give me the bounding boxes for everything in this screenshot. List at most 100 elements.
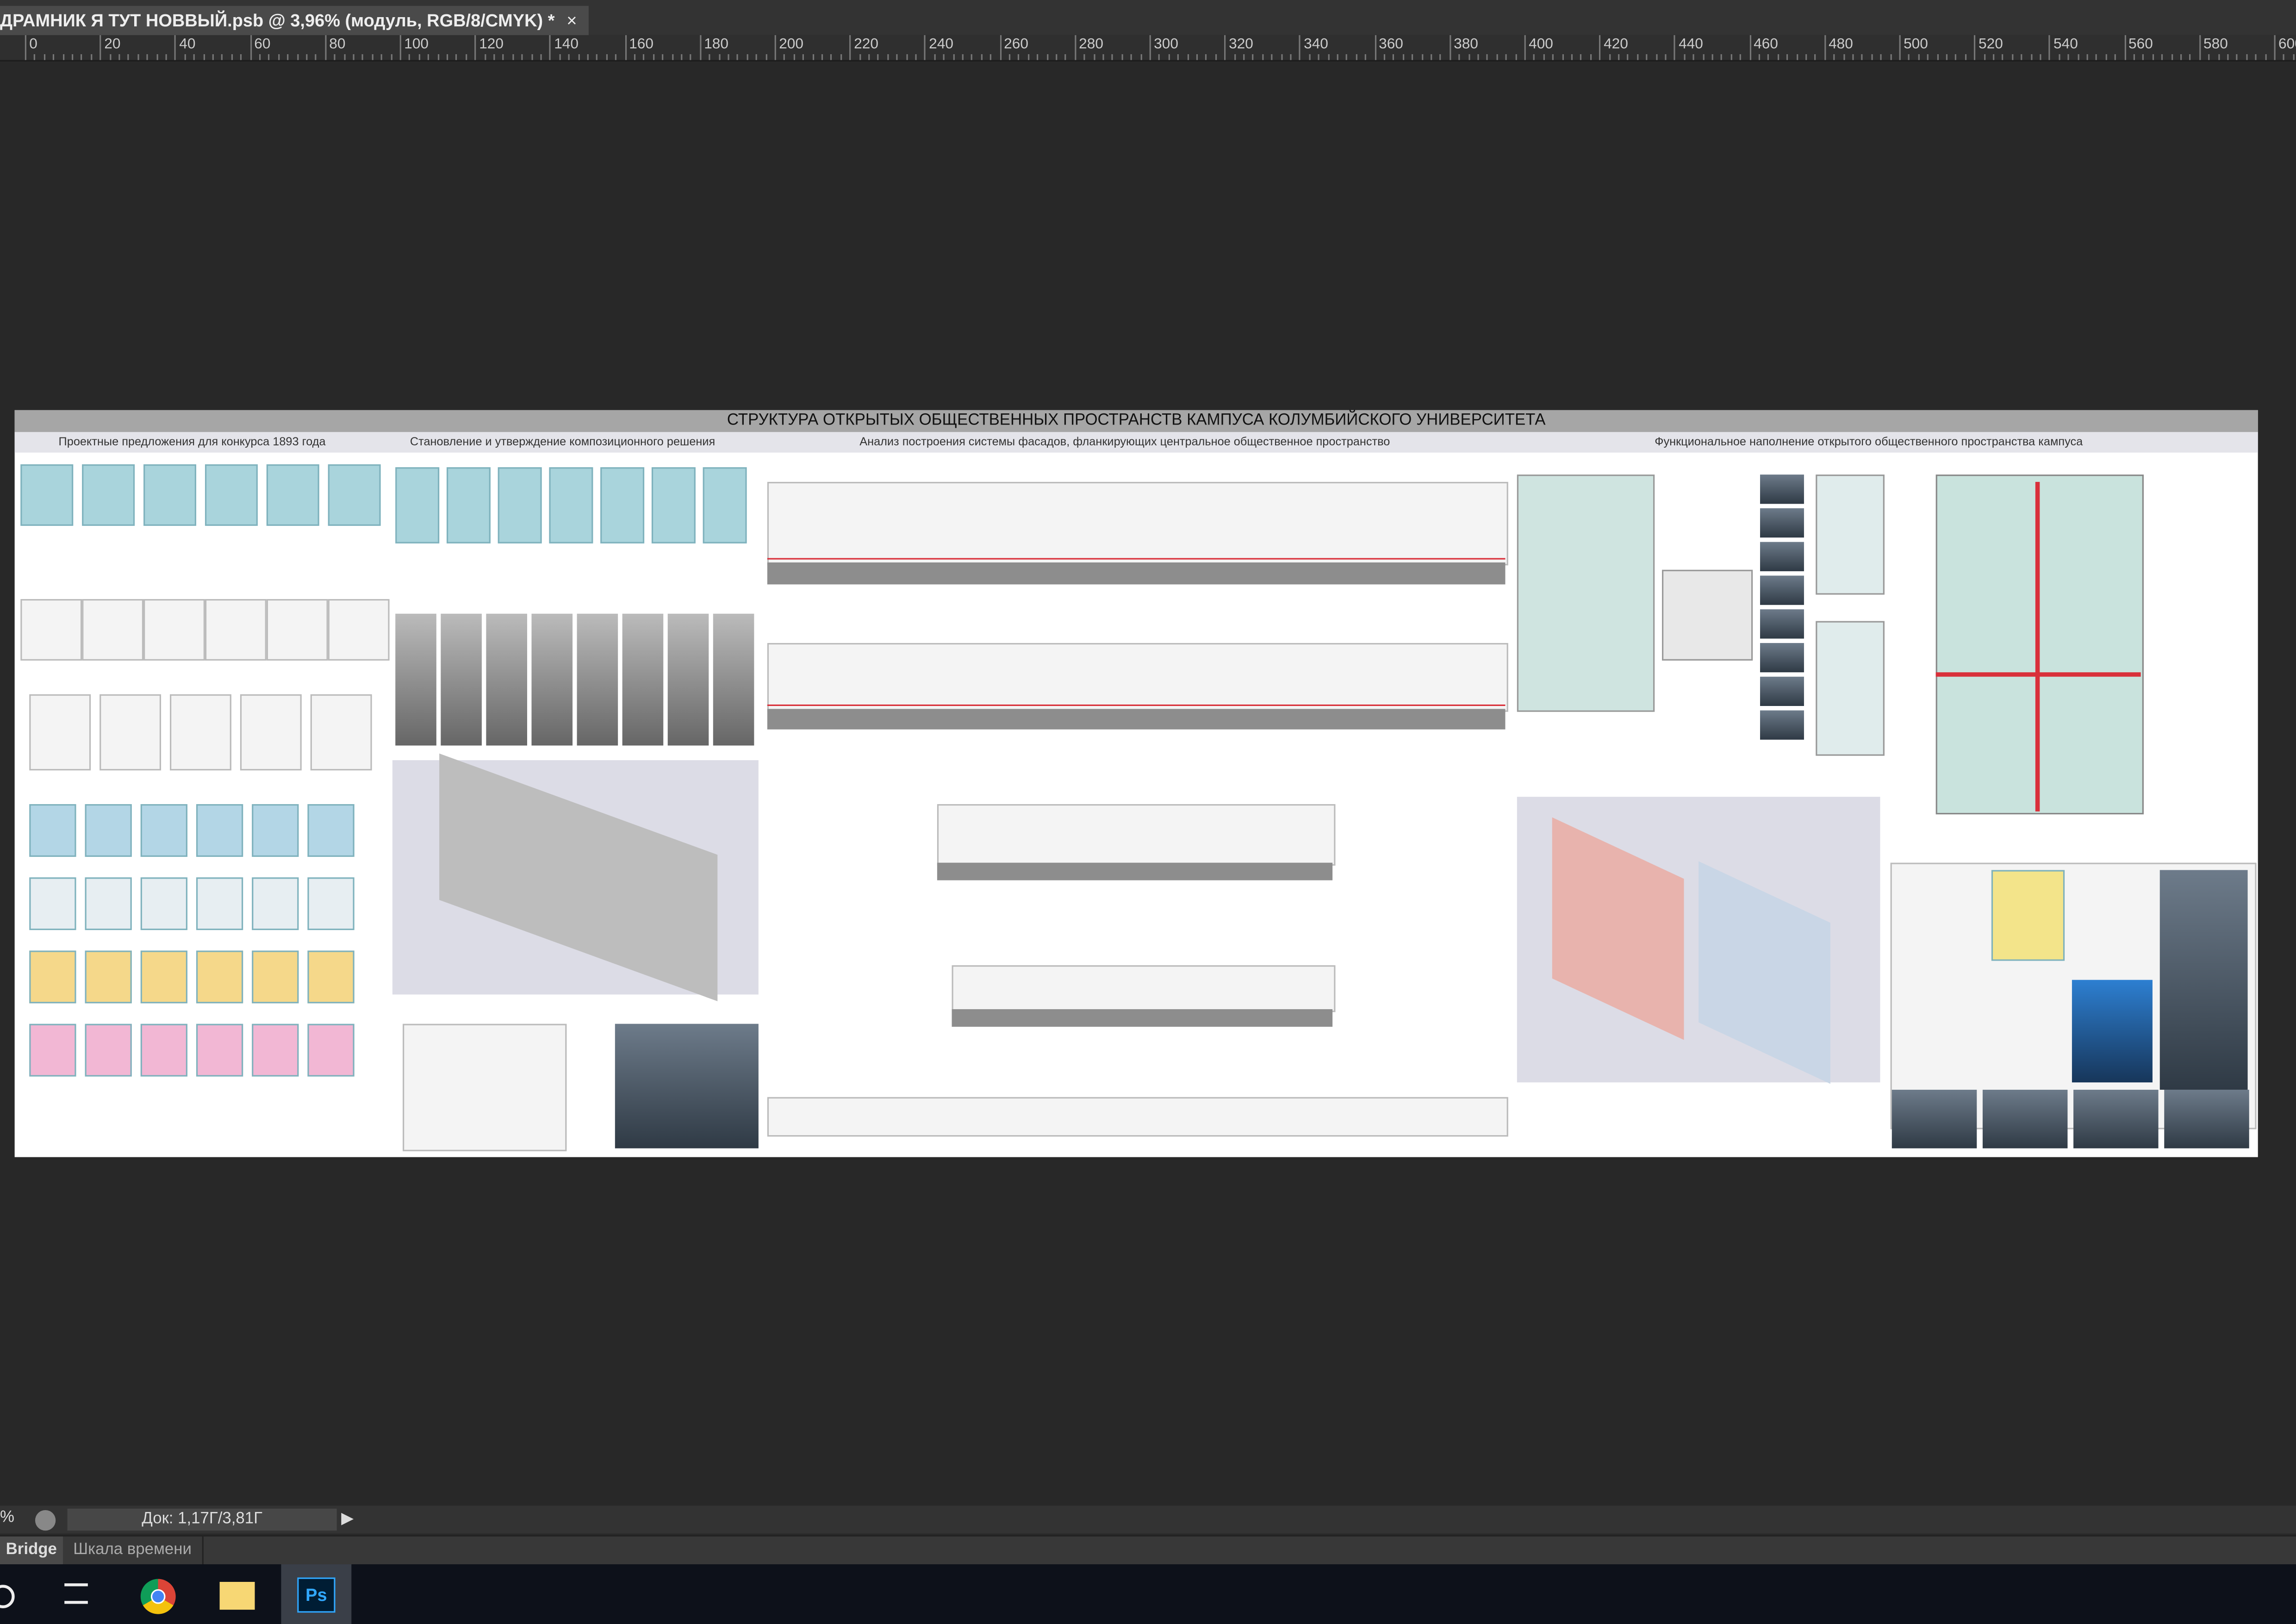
ruler-label: 260 (1004, 37, 1028, 53)
diagram-plan (196, 804, 243, 857)
document-tab[interactable]: ДРАМНИК Я ТУТ НОВВЫЙ.psb @ 3,96% (модуль… (0, 6, 589, 35)
file-explorer-icon[interactable] (219, 1582, 255, 1610)
horizontal-ruler[interactable]: 0 20 40 60 80 100 120 140 160 180 200 220 240 260 280 3… (0, 35, 2296, 62)
ruler-label: 60 (254, 37, 271, 53)
ruler-tick (699, 35, 701, 60)
ruler-label: 400 (1529, 37, 1553, 53)
section-title: Функциональное наполнение открытого обще… (1655, 435, 2083, 449)
ruler-tick (2199, 35, 2201, 60)
ruler-label: 160 (629, 37, 653, 53)
diagram-plan (252, 804, 299, 857)
doc-size: Док: 1,17Г/3,81Г (67, 1508, 337, 1531)
ruler-label: 280 (1079, 37, 1103, 53)
competition-plan (82, 464, 135, 526)
diagram-plan (29, 804, 76, 857)
ruler-label: 540 (2053, 37, 2078, 53)
ruler-tick (1824, 35, 1826, 60)
photoshop-taskbar-button[interactable]: Ps (281, 1564, 352, 1624)
diagram-plan (252, 1024, 299, 1077)
function-plan-1 (1517, 475, 1655, 712)
close-tab-icon[interactable]: × (566, 6, 577, 35)
ruler-label: 20 (104, 37, 121, 53)
ruler-label: 560 (2128, 37, 2153, 53)
historic-photo (713, 613, 754, 746)
campus-photo (2159, 870, 2248, 1090)
ruler-tick (324, 35, 326, 60)
zoom-level[interactable]: % (0, 1509, 14, 1526)
facade-section-1 (767, 481, 1508, 566)
datum-line (767, 704, 1506, 706)
historic-photo (577, 613, 618, 746)
ruler-tick (249, 35, 251, 60)
chrome-icon[interactable] (140, 1579, 176, 1614)
ruler-label: 220 (854, 37, 878, 53)
section-title: Становление и утверждение композиционног… (410, 435, 716, 449)
section-title: Проектные предложения для конкурса 1893 … (58, 435, 326, 449)
historic-map (403, 1024, 567, 1151)
ruler-label: 380 (1454, 37, 1478, 53)
ground (767, 562, 1506, 585)
ruler-label: 320 (1229, 37, 1253, 53)
site-photo (1760, 542, 1804, 571)
diagram-plan (29, 950, 76, 1004)
diagram-plan (307, 1024, 355, 1077)
ruler-label: 580 (2203, 37, 2228, 53)
diagram-plan (196, 950, 243, 1004)
search-icon[interactable] (0, 1585, 15, 1608)
ruler-label: 240 (929, 37, 953, 53)
share-icon[interactable] (35, 1510, 56, 1531)
evolution-plan (446, 467, 491, 543)
plan-fragment (1816, 621, 1885, 756)
site-photo (1760, 508, 1804, 538)
street-photo (1982, 1089, 2068, 1149)
task-view-icon[interactable] (64, 1583, 88, 1604)
historic-plan (240, 694, 302, 771)
poster-content (15, 453, 2258, 1157)
ruler-label: 120 (479, 37, 504, 53)
ruler-tick (1599, 35, 1601, 60)
competition-drawing (143, 599, 205, 661)
site-photo (1760, 710, 1804, 740)
evolution-plan (395, 467, 440, 543)
ruler-label: 420 (1604, 37, 1628, 53)
competition-plan (205, 464, 258, 526)
historic-photo (531, 613, 573, 746)
competition-plan (328, 464, 381, 526)
diagram-plan (85, 1024, 132, 1077)
historic-plan (100, 694, 162, 771)
evolution-plan (600, 467, 645, 543)
photoshop-window: ДРАМНИК Я ТУТ НОВВЫЙ.psb @ 3,96% (модуль… (0, 0, 2296, 1624)
historic-photo (667, 613, 709, 746)
ruler-label: 440 (1679, 37, 1703, 53)
circulation-axis (2035, 481, 2040, 812)
ruler-label: 460 (1754, 37, 1778, 53)
site-photo (1760, 475, 1804, 504)
ruler-label: 480 (1829, 37, 1853, 53)
diagram-plan (307, 877, 355, 931)
ruler-label: 140 (554, 37, 579, 53)
tab-timeline[interactable]: Шкала времени (68, 1536, 204, 1565)
tab-bridge[interactable]: Bridge (0, 1536, 63, 1565)
ruler-tick (1974, 35, 1976, 60)
historic-plan (29, 694, 91, 771)
ruler-tick (1374, 35, 1376, 60)
historic-photo (441, 613, 482, 746)
poster-title: СТРУКТУРА ОТКРЫТЫХ ОБЩЕСТВЕННЫХ ПРОСТРАН… (14, 410, 2258, 432)
windows-taskbar: Ps (0, 1564, 2296, 1624)
status-menu-arrow-icon[interactable]: ▶ (341, 1509, 354, 1528)
ruler-tick (849, 35, 851, 60)
ruler-tick (100, 35, 101, 60)
historic-photos (615, 1024, 759, 1149)
diagram-plan (140, 877, 187, 931)
diagram-plan (85, 877, 132, 931)
historic-photo (622, 613, 664, 746)
function-plan-detail (1662, 569, 1753, 661)
plan-fragment (1816, 475, 1885, 595)
competition-plan (20, 464, 74, 526)
main-function-plan (1935, 475, 2144, 815)
evolution-plan (549, 467, 593, 543)
ruler-tick (924, 35, 926, 60)
diagram-plan (196, 1024, 243, 1077)
canvas-document[interactable]: СТРУКТУРА ОТКРЫТЫХ ОБЩЕСТВЕННЫХ ПРОСТРАН… (14, 410, 2258, 1157)
ruler-label: 180 (704, 37, 728, 53)
